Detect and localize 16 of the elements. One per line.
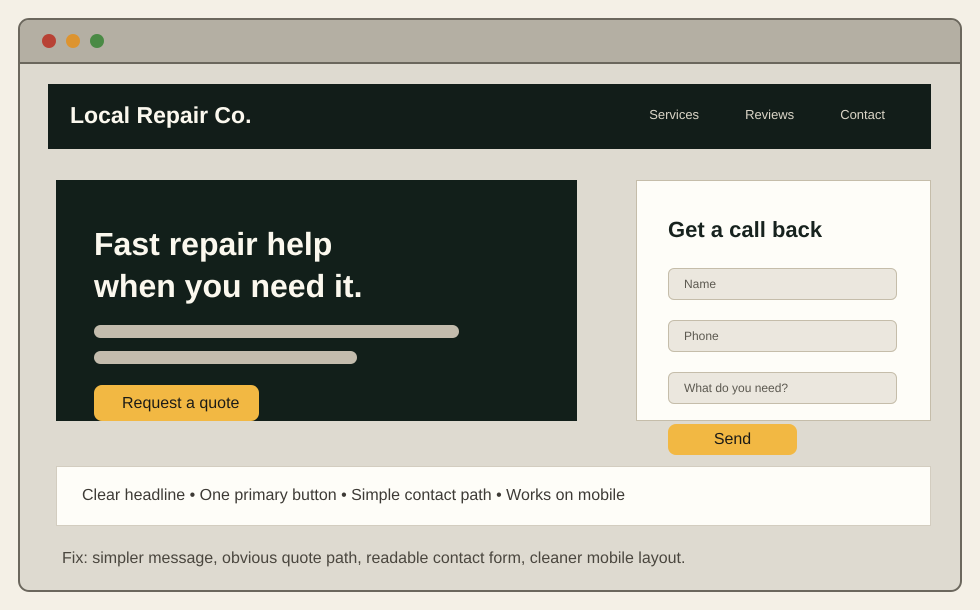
highlights-text: Clear headline • One primary button • Simple contact path • Works on mobile xyxy=(82,487,625,505)
form-title: Get a call back xyxy=(668,216,824,244)
close-icon[interactable] xyxy=(42,34,56,48)
send-button[interactable]: Send xyxy=(668,424,797,455)
nav-link[interactable]: Contact xyxy=(840,107,885,122)
input-field[interactable]: Name xyxy=(668,268,897,300)
request-quote-button[interactable]: Request a quote xyxy=(94,385,259,421)
nav-link[interactable]: Reviews xyxy=(745,107,794,122)
hero-headline: Fast repair help when you need it. xyxy=(94,225,364,306)
maximize-icon[interactable] xyxy=(90,34,104,48)
fix-note: Fix: simpler message, obvious quote path, readable contact form, cleaner mobile layout. xyxy=(62,549,686,569)
input-field[interactable]: What do you need? xyxy=(668,372,897,404)
site-logo: Local Repair Co. xyxy=(70,102,252,130)
minimize-icon[interactable] xyxy=(66,34,80,48)
input-field[interactable]: Phone xyxy=(668,320,897,352)
nav-link[interactable]: Services xyxy=(649,107,700,122)
